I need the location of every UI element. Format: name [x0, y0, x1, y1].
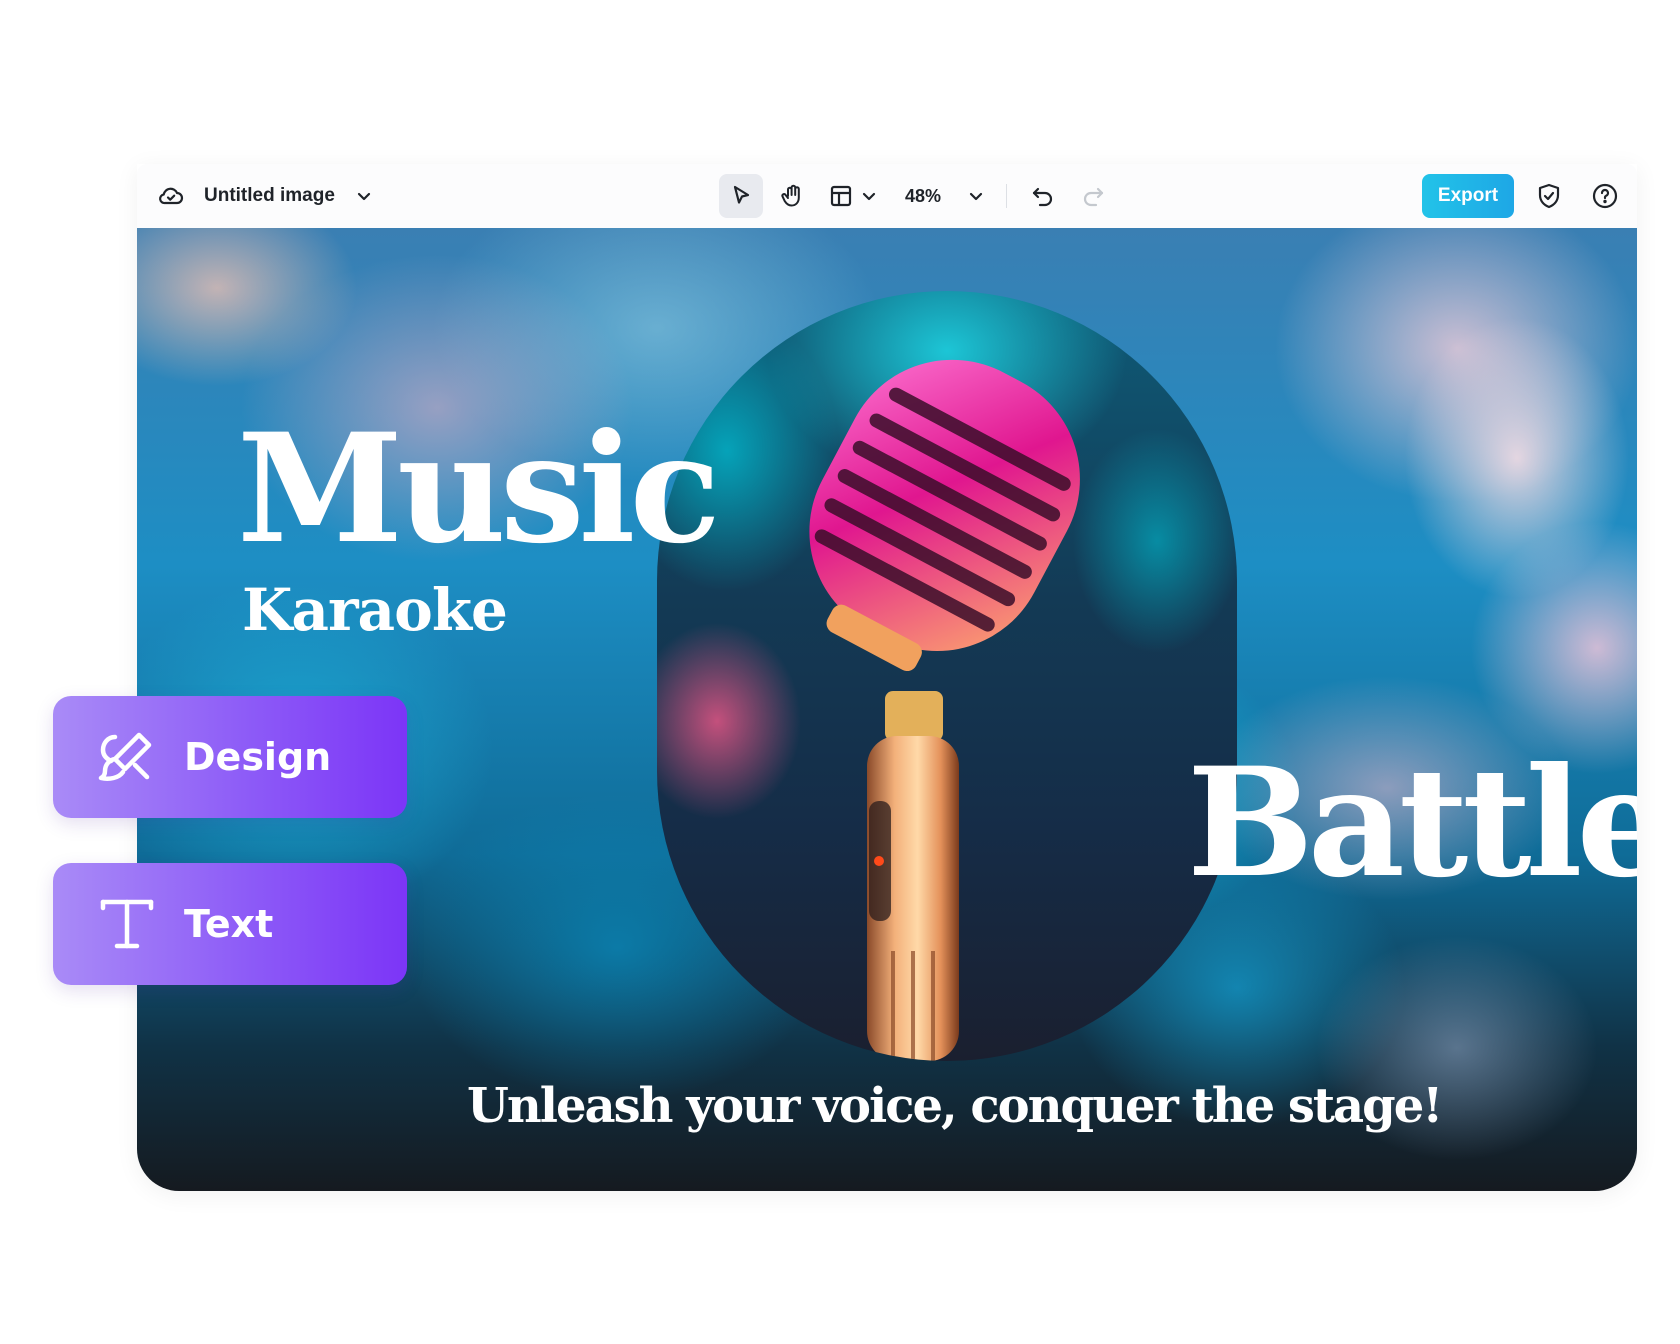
cloud-icon[interactable] [151, 164, 191, 228]
text-label: Text [184, 902, 274, 946]
text-panel-button[interactable]: Text [53, 863, 407, 985]
design-panel-button[interactable]: Design [53, 696, 407, 818]
help-icon[interactable] [1585, 164, 1625, 228]
microphone-photo[interactable] [657, 291, 1237, 1061]
select-tool-button[interactable] [719, 174, 763, 218]
canvas-subtitle[interactable]: Karaoke [242, 578, 508, 642]
chevron-down-icon[interactable] [349, 164, 379, 228]
canvas-title[interactable]: Music [237, 414, 721, 564]
design-label: Design [184, 735, 332, 779]
shield-check-icon[interactable] [1529, 164, 1569, 228]
hand-pan-icon[interactable] [771, 164, 815, 228]
canvas-title-2[interactable]: Battle [1187, 748, 1637, 898]
toolbar-divider [1006, 184, 1007, 208]
chevron-down-icon[interactable] [857, 164, 881, 228]
brush-icon [98, 732, 152, 781]
undo-icon[interactable] [1023, 164, 1063, 228]
layout-icon[interactable] [823, 164, 859, 228]
microphone-icon [809, 359, 1080, 1061]
document-title[interactable]: Untitled image [204, 164, 335, 228]
chevron-down-icon[interactable] [963, 164, 989, 228]
export-button[interactable]: Export [1422, 174, 1514, 218]
top-toolbar: Untitled image 48% Export [137, 164, 1637, 228]
redo-icon[interactable] [1073, 164, 1113, 228]
editor-window: Untitled image 48% Export Music Karaoke … [137, 164, 1637, 1191]
canvas-tagline[interactable]: Unleash your voice, conquer the stage! [137, 1078, 1637, 1134]
zoom-level[interactable]: 48% [905, 164, 941, 228]
select-pointer-icon [733, 185, 750, 204]
text-icon [100, 899, 154, 949]
